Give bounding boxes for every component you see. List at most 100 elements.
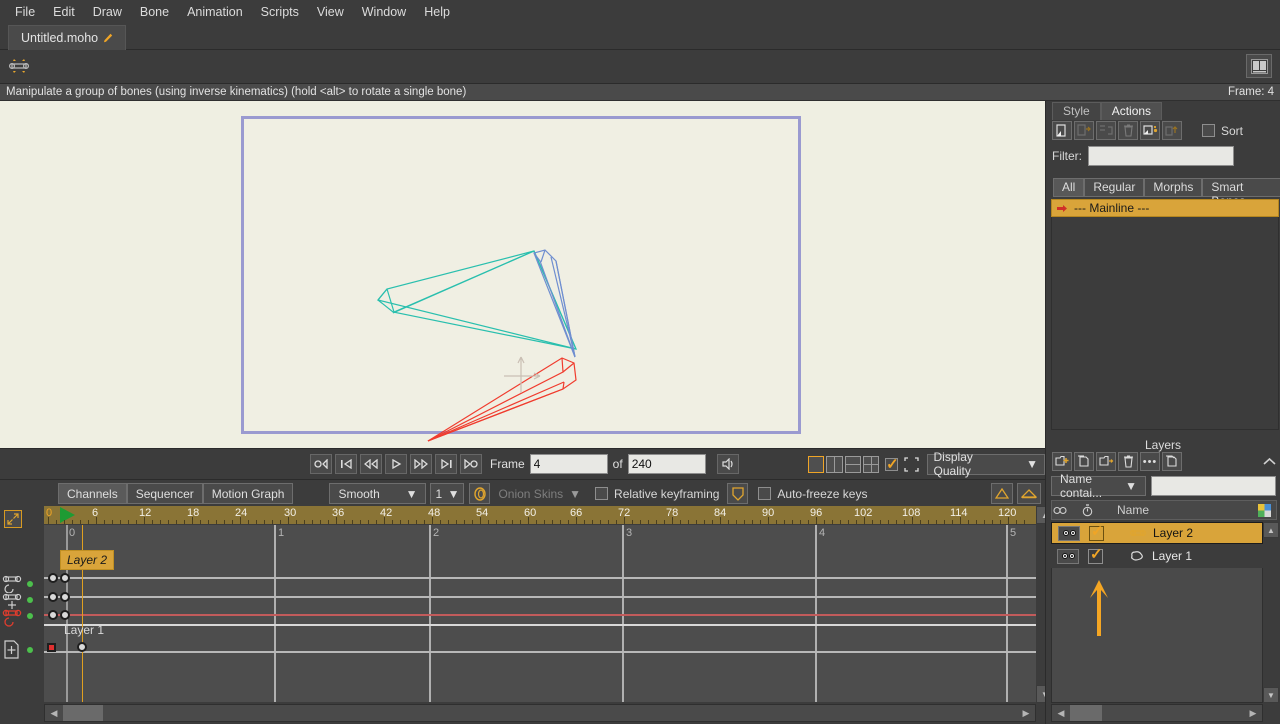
- action-row-mainline[interactable]: --- Mainline ---: [1051, 199, 1279, 217]
- keyframe-marker[interactable]: [60, 610, 70, 620]
- menu-edit[interactable]: Edit: [44, 2, 84, 22]
- expand-diagonal-icon[interactable]: [4, 510, 22, 528]
- layout-two-pane-view-button[interactable]: [826, 455, 843, 473]
- menu-view[interactable]: View: [308, 2, 353, 22]
- rewind-to-start-button[interactable]: [310, 454, 332, 474]
- layout-single-view-button[interactable]: [808, 455, 825, 473]
- keyframe-marker[interactable]: [48, 592, 58, 602]
- menu-animation[interactable]: Animation: [178, 2, 252, 22]
- step-forward-button[interactable]: [410, 454, 432, 474]
- display-quality-dropdown[interactable]: Display Quality ▼: [926, 450, 1046, 478]
- layer-row-layer2[interactable]: Layer 2: [1051, 522, 1263, 544]
- scroll-left-button[interactable]: ◀: [45, 705, 63, 721]
- ease-both-icon[interactable]: [1017, 483, 1041, 504]
- copy-layer-button[interactable]: [1162, 452, 1182, 471]
- bone-red-icon[interactable]: [2, 609, 24, 628]
- book-view-icon[interactable]: [1246, 54, 1272, 78]
- actions-list-area[interactable]: [1051, 217, 1279, 430]
- layer-search-input[interactable]: [1151, 476, 1276, 496]
- layers-scroll-down-button[interactable]: ▼: [1263, 687, 1279, 703]
- timeline-scroll-thumb[interactable]: [63, 705, 103, 721]
- menu-scripts[interactable]: Scripts: [252, 2, 308, 22]
- layer-chip-layer2[interactable]: Layer 2: [60, 550, 115, 570]
- tab-style[interactable]: Style: [1052, 102, 1101, 120]
- menu-draw[interactable]: Draw: [84, 2, 131, 22]
- color-swatch-icon[interactable]: [1258, 503, 1271, 517]
- manipulate-bones-icon[interactable]: [7, 55, 31, 77]
- filter-input[interactable]: [1088, 146, 1234, 166]
- tab-regular[interactable]: Regular: [1084, 178, 1145, 197]
- document-tab-untitled[interactable]: Untitled.moho: [8, 25, 127, 50]
- layer-visibility-toggle[interactable]: [1058, 525, 1080, 541]
- scroll-left-button[interactable]: ◀: [1052, 705, 1070, 721]
- auto-freeze-keys-checkbox[interactable]: [758, 487, 772, 500]
- add-reference-button[interactable]: [1140, 121, 1160, 140]
- channel-enabled-dot[interactable]: [27, 647, 33, 653]
- layout-stacked-view-button[interactable]: [844, 455, 861, 473]
- onion-skin-icon[interactable]: [469, 483, 491, 504]
- more-options-button[interactable]: •••: [1140, 452, 1160, 471]
- channel-enabled-dot[interactable]: [27, 581, 33, 587]
- tab-actions[interactable]: Actions: [1100, 102, 1163, 120]
- keyframe-marker[interactable]: [48, 573, 58, 583]
- layer-row-layer1[interactable]: Layer 1: [1051, 545, 1263, 567]
- scroll-right-button[interactable]: ▶: [1017, 705, 1035, 721]
- duplicate-layer-button[interactable]: [1074, 452, 1094, 471]
- layer-timing-checkbox[interactable]: [1089, 522, 1104, 541]
- total-frames-input[interactable]: [627, 454, 706, 474]
- tab-motion-graph[interactable]: Motion Graph: [202, 483, 294, 504]
- layer-transform-icon[interactable]: [3, 640, 21, 660]
- play-button[interactable]: [385, 454, 407, 474]
- new-group-button[interactable]: [1096, 452, 1116, 471]
- chevron-up-icon[interactable]: [1259, 452, 1279, 471]
- menu-bone[interactable]: Bone: [131, 2, 178, 22]
- delete-layer-button[interactable]: [1118, 452, 1138, 471]
- view-toggle-checkbox[interactable]: [885, 455, 899, 473]
- interpolation-amount-dropdown[interactable]: 1 ▼: [430, 483, 465, 504]
- layers-hscrollbar[interactable]: ◀ ▶: [1051, 704, 1263, 722]
- keyframe-marker[interactable]: [60, 573, 70, 583]
- layer-timing-checkbox[interactable]: [1088, 545, 1103, 564]
- tab-all[interactable]: All: [1053, 178, 1085, 197]
- timeline-hscrollbar[interactable]: ◀ ▶: [44, 704, 1036, 722]
- layer-search-mode-dropdown[interactable]: Name contai... ▼: [1051, 472, 1146, 500]
- freeze-shield-icon[interactable]: [727, 483, 749, 504]
- audio-toggle-button[interactable]: [716, 454, 739, 474]
- menu-help[interactable]: Help: [415, 2, 459, 22]
- next-keyframe-button[interactable]: [435, 454, 457, 474]
- tab-channels[interactable]: Channels: [58, 483, 127, 504]
- layers-list-empty-area[interactable]: [1051, 568, 1263, 703]
- chevron-down-icon[interactable]: ▼: [569, 487, 581, 501]
- frame-input[interactable]: [529, 454, 608, 474]
- timeline-grid[interactable]: 0 1 2 3 4 5 Layer 2 Layer 1: [44, 525, 1036, 702]
- menu-window[interactable]: Window: [353, 2, 415, 22]
- step-back-button[interactable]: [360, 454, 382, 474]
- timeline-ruler[interactable]: 0 6 12 18 24 30 36 42 48 54 60 66 72 78 …: [44, 506, 1036, 524]
- go-to-end-button[interactable]: [460, 454, 482, 474]
- keyframe-marker-start[interactable]: [47, 643, 56, 652]
- layers-scroll-up-button[interactable]: ▲: [1263, 522, 1279, 538]
- new-action-button[interactable]: [1052, 121, 1072, 140]
- canvas-viewport[interactable]: [0, 101, 1045, 448]
- bone-rotate-icon[interactable]: [2, 574, 24, 593]
- sort-checkbox[interactable]: [1202, 124, 1215, 137]
- channel-enabled-dot[interactable]: [27, 613, 33, 619]
- keyframe-marker[interactable]: [48, 610, 58, 620]
- tab-smart-bones[interactable]: Smart Bones: [1202, 178, 1280, 208]
- tab-morphs[interactable]: Morphs: [1144, 178, 1203, 197]
- interpolation-dropdown[interactable]: Smooth ▼: [329, 483, 427, 504]
- layout-quad-view-button[interactable]: [862, 455, 880, 473]
- ease-in-icon[interactable]: [991, 483, 1013, 504]
- keyframe-marker[interactable]: [77, 642, 87, 652]
- tab-sequencer[interactable]: Sequencer: [126, 483, 203, 504]
- previous-keyframe-button[interactable]: [335, 454, 357, 474]
- new-layer-button[interactable]: [1052, 452, 1072, 471]
- menu-file[interactable]: File: [6, 2, 44, 22]
- scroll-right-button[interactable]: ▶: [1244, 705, 1262, 721]
- keyframe-marker[interactable]: [60, 592, 70, 602]
- layers-scroll-thumb[interactable]: [1070, 705, 1102, 721]
- layer-visibility-toggle[interactable]: [1057, 548, 1079, 564]
- channel-enabled-dot[interactable]: [27, 597, 33, 603]
- camera-frame-icon[interactable]: [903, 456, 919, 472]
- relative-keyframing-checkbox[interactable]: [595, 487, 609, 500]
